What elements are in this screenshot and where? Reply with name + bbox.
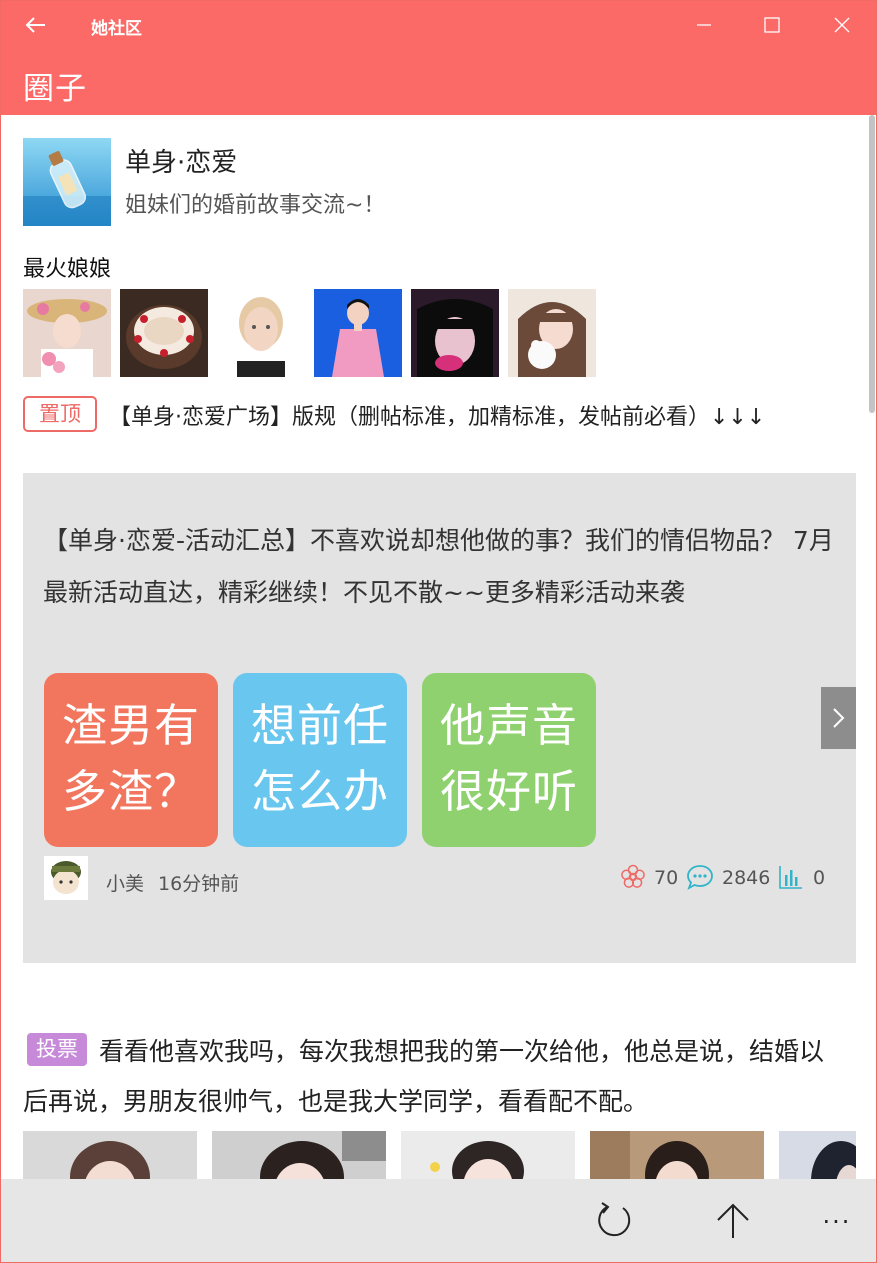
next-image-button[interactable] bbox=[821, 687, 856, 749]
circle-name: 单身·恋爱 bbox=[125, 148, 238, 178]
activity-tile[interactable]: 他声音 很好听 bbox=[422, 673, 596, 847]
vote-badge: 投票 bbox=[27, 1033, 87, 1066]
back-arrow-icon bbox=[25, 17, 45, 33]
app-title: 她社区 bbox=[91, 19, 142, 39]
member-avatar[interactable] bbox=[23, 289, 111, 377]
hot-members-list bbox=[23, 289, 623, 377]
title-bar: 她社区 bbox=[1, 1, 876, 51]
member-avatar[interactable] bbox=[120, 289, 208, 377]
scroll-thumb[interactable] bbox=[869, 115, 875, 413]
post-photo[interactable] bbox=[23, 1131, 197, 1181]
page-header: 圈子 bbox=[1, 51, 876, 115]
view-count: 0 bbox=[813, 867, 826, 889]
refresh-icon bbox=[598, 1202, 631, 1237]
scrollbar[interactable] bbox=[868, 115, 876, 415]
bar-chart-icon[interactable] bbox=[777, 863, 805, 891]
tile-line: 很好听 bbox=[439, 765, 578, 818]
arrow-up-icon bbox=[717, 1203, 749, 1238]
more-label: ... bbox=[822, 1201, 852, 1229]
tile-line: 渣男有 bbox=[61, 699, 200, 752]
post-photo[interactable] bbox=[779, 1131, 856, 1181]
featured-post-card[interactable]: 【单身·恋爱-活动汇总】不喜欢说却想他做的事？我们的情侣物品？ 7月最新活动直达… bbox=[23, 473, 856, 963]
circle-description: 姐妹们的婚前故事交流~！ bbox=[125, 193, 386, 218]
like-count: 70 bbox=[654, 867, 679, 889]
member-avatar[interactable] bbox=[314, 289, 402, 377]
page-title: 圈子 bbox=[23, 71, 87, 107]
post-photo[interactable] bbox=[401, 1131, 575, 1181]
chevron-right-icon bbox=[833, 708, 845, 728]
member-avatar[interactable] bbox=[217, 289, 305, 377]
vote-post-photos bbox=[23, 1131, 856, 1181]
member-avatar[interactable] bbox=[411, 289, 499, 377]
back-button[interactable] bbox=[19, 11, 53, 39]
refresh-button[interactable] bbox=[590, 1197, 638, 1245]
scroll-to-top-button[interactable] bbox=[709, 1197, 757, 1245]
circle-thumbnail bbox=[23, 138, 111, 226]
bottom-app-bar: ... bbox=[1, 1179, 876, 1262]
minimize-button[interactable] bbox=[681, 7, 727, 43]
author-name[interactable]: 小美 bbox=[106, 869, 144, 896]
pinned-post-title[interactable]: 【单身·恋爱广场】版规（删帖标准，加精标准，发帖前必看）↓↓↓ bbox=[109, 399, 765, 431]
post-photo[interactable] bbox=[212, 1131, 386, 1181]
author-avatar[interactable] bbox=[44, 856, 88, 900]
close-icon bbox=[834, 17, 850, 33]
minimize-icon bbox=[697, 24, 711, 26]
comment-count: 2846 bbox=[722, 867, 771, 889]
member-avatar[interactable] bbox=[508, 289, 596, 377]
app-window: 她社区 圈子 单身·恋爱 姐妹们的婚前故事交流~！ 最火娘娘 置顶 【单身·恋爱… bbox=[0, 0, 877, 1263]
tile-line: 多渣？ bbox=[61, 765, 200, 818]
tile-line: 他声音 bbox=[439, 699, 578, 752]
pinned-badge: 置顶 bbox=[23, 396, 97, 432]
post-photo[interactable] bbox=[590, 1131, 764, 1181]
activity-tile[interactable]: 想前任 怎么办 bbox=[233, 673, 407, 847]
vote-post-text[interactable]: 看看他喜欢我吗，每次我想把我的第一次给他，他总是说，结婚以后再说，男朋友很帅气，… bbox=[23, 1027, 843, 1127]
close-button[interactable] bbox=[819, 7, 865, 43]
maximize-icon bbox=[764, 17, 780, 33]
hot-members-label: 最火娘娘 bbox=[23, 257, 112, 282]
tile-line: 怎么办 bbox=[250, 765, 389, 818]
flower-icon[interactable] bbox=[619, 863, 647, 891]
tile-line: 想前任 bbox=[250, 699, 389, 752]
more-button[interactable]: ... bbox=[813, 1197, 861, 1245]
featured-post-text: 【单身·恋爱-活动汇总】不喜欢说却想他做的事？我们的情侣物品？ 7月最新活动直达… bbox=[43, 526, 834, 607]
activity-tile[interactable]: 渣男有 多渣？ bbox=[44, 673, 218, 847]
post-time: 16分钟前 bbox=[158, 873, 240, 895]
maximize-button[interactable] bbox=[749, 7, 795, 43]
comment-icon[interactable] bbox=[686, 863, 714, 891]
